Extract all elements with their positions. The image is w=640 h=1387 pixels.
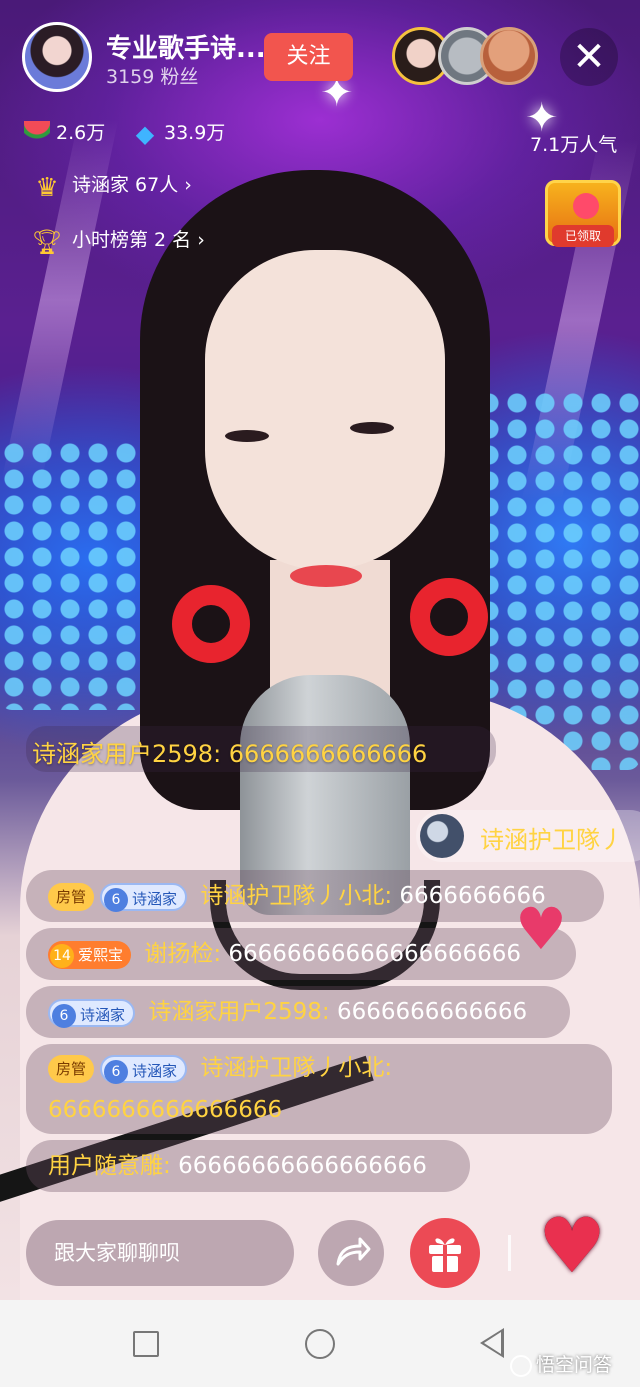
chat-message[interactable]: 用户随意雕: 66666666666666666 <box>26 1140 470 1192</box>
earring <box>410 578 488 656</box>
love-badge: 14 爱熙宝 <box>48 940 132 969</box>
like-heart-button[interactable]: ♥ <box>538 1208 606 1284</box>
gift-button[interactable] <box>410 1218 480 1288</box>
diamond-icon: ◆ <box>135 119 155 148</box>
hourly-rank-label: 小时榜第 2 名 <box>72 229 192 251</box>
recent-apps-icon[interactable] <box>133 1331 159 1357</box>
chat-message[interactable]: 14 爱熙宝 谢扬检: 66666666666666666666 <box>26 928 576 980</box>
performer-eye <box>225 430 269 442</box>
fan-club-badge: 6 诗涵家 <box>48 998 136 1028</box>
trophy-icon: 🏆︎ <box>31 227 63 256</box>
entrant-name: 诗涵护卫隊丿 <box>480 826 624 854</box>
admin-badge: 房管 <box>48 1054 95 1083</box>
share-button[interactable] <box>318 1220 384 1286</box>
fan-level: 6 <box>52 1003 76 1028</box>
gift-icon <box>429 1238 461 1272</box>
crown-icon: ♛ <box>35 172 59 203</box>
divider <box>508 1235 511 1271</box>
floating-heart-icon: ♥ <box>515 895 567 963</box>
treasure-status: 已领取 <box>552 225 614 247</box>
performer-face <box>205 250 445 570</box>
floating-comment: 诗涵家用户2598: 6666666666666 <box>32 740 428 768</box>
home-icon[interactable] <box>305 1329 335 1359</box>
melon-stat: 2.6万 <box>24 118 105 147</box>
chat-text: 6666666666666666 <box>48 1097 283 1123</box>
fan-level: 6 <box>104 887 129 912</box>
watermelon-icon <box>24 120 50 147</box>
follow-button[interactable]: 关注 <box>264 33 353 81</box>
fan-club-badge: 6 诗涵家 <box>100 1054 188 1084</box>
diamond-count: 33.9万 <box>164 122 226 144</box>
play-icon <box>573 193 599 219</box>
chat-username[interactable]: 诗涵家用户2598: <box>148 999 329 1025</box>
chevron-right-icon: › <box>197 229 205 251</box>
hourly-rank-link[interactable]: 🏆︎ 小时榜第 2 名 › <box>30 225 205 256</box>
admin-badge: 房管 <box>48 882 95 911</box>
chat-username[interactable]: 用户随意雕: <box>48 1153 171 1179</box>
back-icon[interactable] <box>480 1328 504 1358</box>
host-fan-count: 3159 粉丝 <box>106 66 199 88</box>
chat-text: 66666666666666666 <box>178 1153 427 1179</box>
love-level: 14 <box>50 943 74 968</box>
fan-club-name: 诗涵家 <box>132 1061 178 1080</box>
watermark-text: 悟空问答 <box>536 1354 613 1376</box>
chat-message[interactable]: 房管 6 诗涵家 诗涵护卫隊丿小北: 6666666666666666 <box>26 1044 612 1134</box>
host-avatar[interactable] <box>22 22 92 92</box>
entrant-banner[interactable]: 诗涵护卫隊丿 <box>416 810 640 862</box>
love-name: 爱熙宝 <box>78 945 124 964</box>
performer-eye <box>350 422 394 434</box>
chevron-right-icon: › <box>184 174 192 196</box>
popularity-count: 7.1万人气 <box>530 134 618 156</box>
fan-club-link[interactable]: ♛ 诗涵家 67人 › <box>30 170 192 203</box>
earring <box>172 585 250 663</box>
fan-club-badge: 6 诗涵家 <box>100 882 188 912</box>
host-name[interactable]: 专业歌手诗... <box>106 28 266 65</box>
chat-username[interactable]: 诗涵护卫隊丿小北: <box>200 1055 392 1081</box>
wukong-logo-icon <box>510 1354 532 1377</box>
share-arrow-icon <box>336 1237 371 1266</box>
chat-username[interactable]: 谢扬检: <box>144 941 221 967</box>
entrant-avatar <box>420 814 464 858</box>
chat-message[interactable]: 6 诗涵家 诗涵家用户2598: 6666666666666 <box>26 986 570 1038</box>
close-icon[interactable]: ✕ <box>560 28 618 86</box>
watermark: 悟空问答 <box>510 1350 612 1377</box>
chat-username[interactable]: 诗涵护卫隊丿小北: <box>200 883 392 909</box>
chat-input[interactable]: 跟大家聊聊呗 <box>26 1220 294 1286</box>
fan-club-label: 诗涵家 67人 <box>72 174 179 196</box>
performer-lips <box>290 565 362 587</box>
melon-count: 2.6万 <box>56 122 106 144</box>
diamond-stat: ◆ 33.9万 <box>132 118 226 148</box>
treasure-chest-button[interactable]: 已领取 <box>545 180 621 247</box>
viewer-avatar-3[interactable] <box>480 27 538 85</box>
fan-club-name: 诗涵家 <box>80 1005 126 1024</box>
fan-level: 6 <box>104 1059 129 1084</box>
fan-club-name: 诗涵家 <box>132 889 178 908</box>
chat-text: 66666666666666666666 <box>228 941 522 967</box>
chat-text: 6666666666666 <box>336 999 528 1025</box>
